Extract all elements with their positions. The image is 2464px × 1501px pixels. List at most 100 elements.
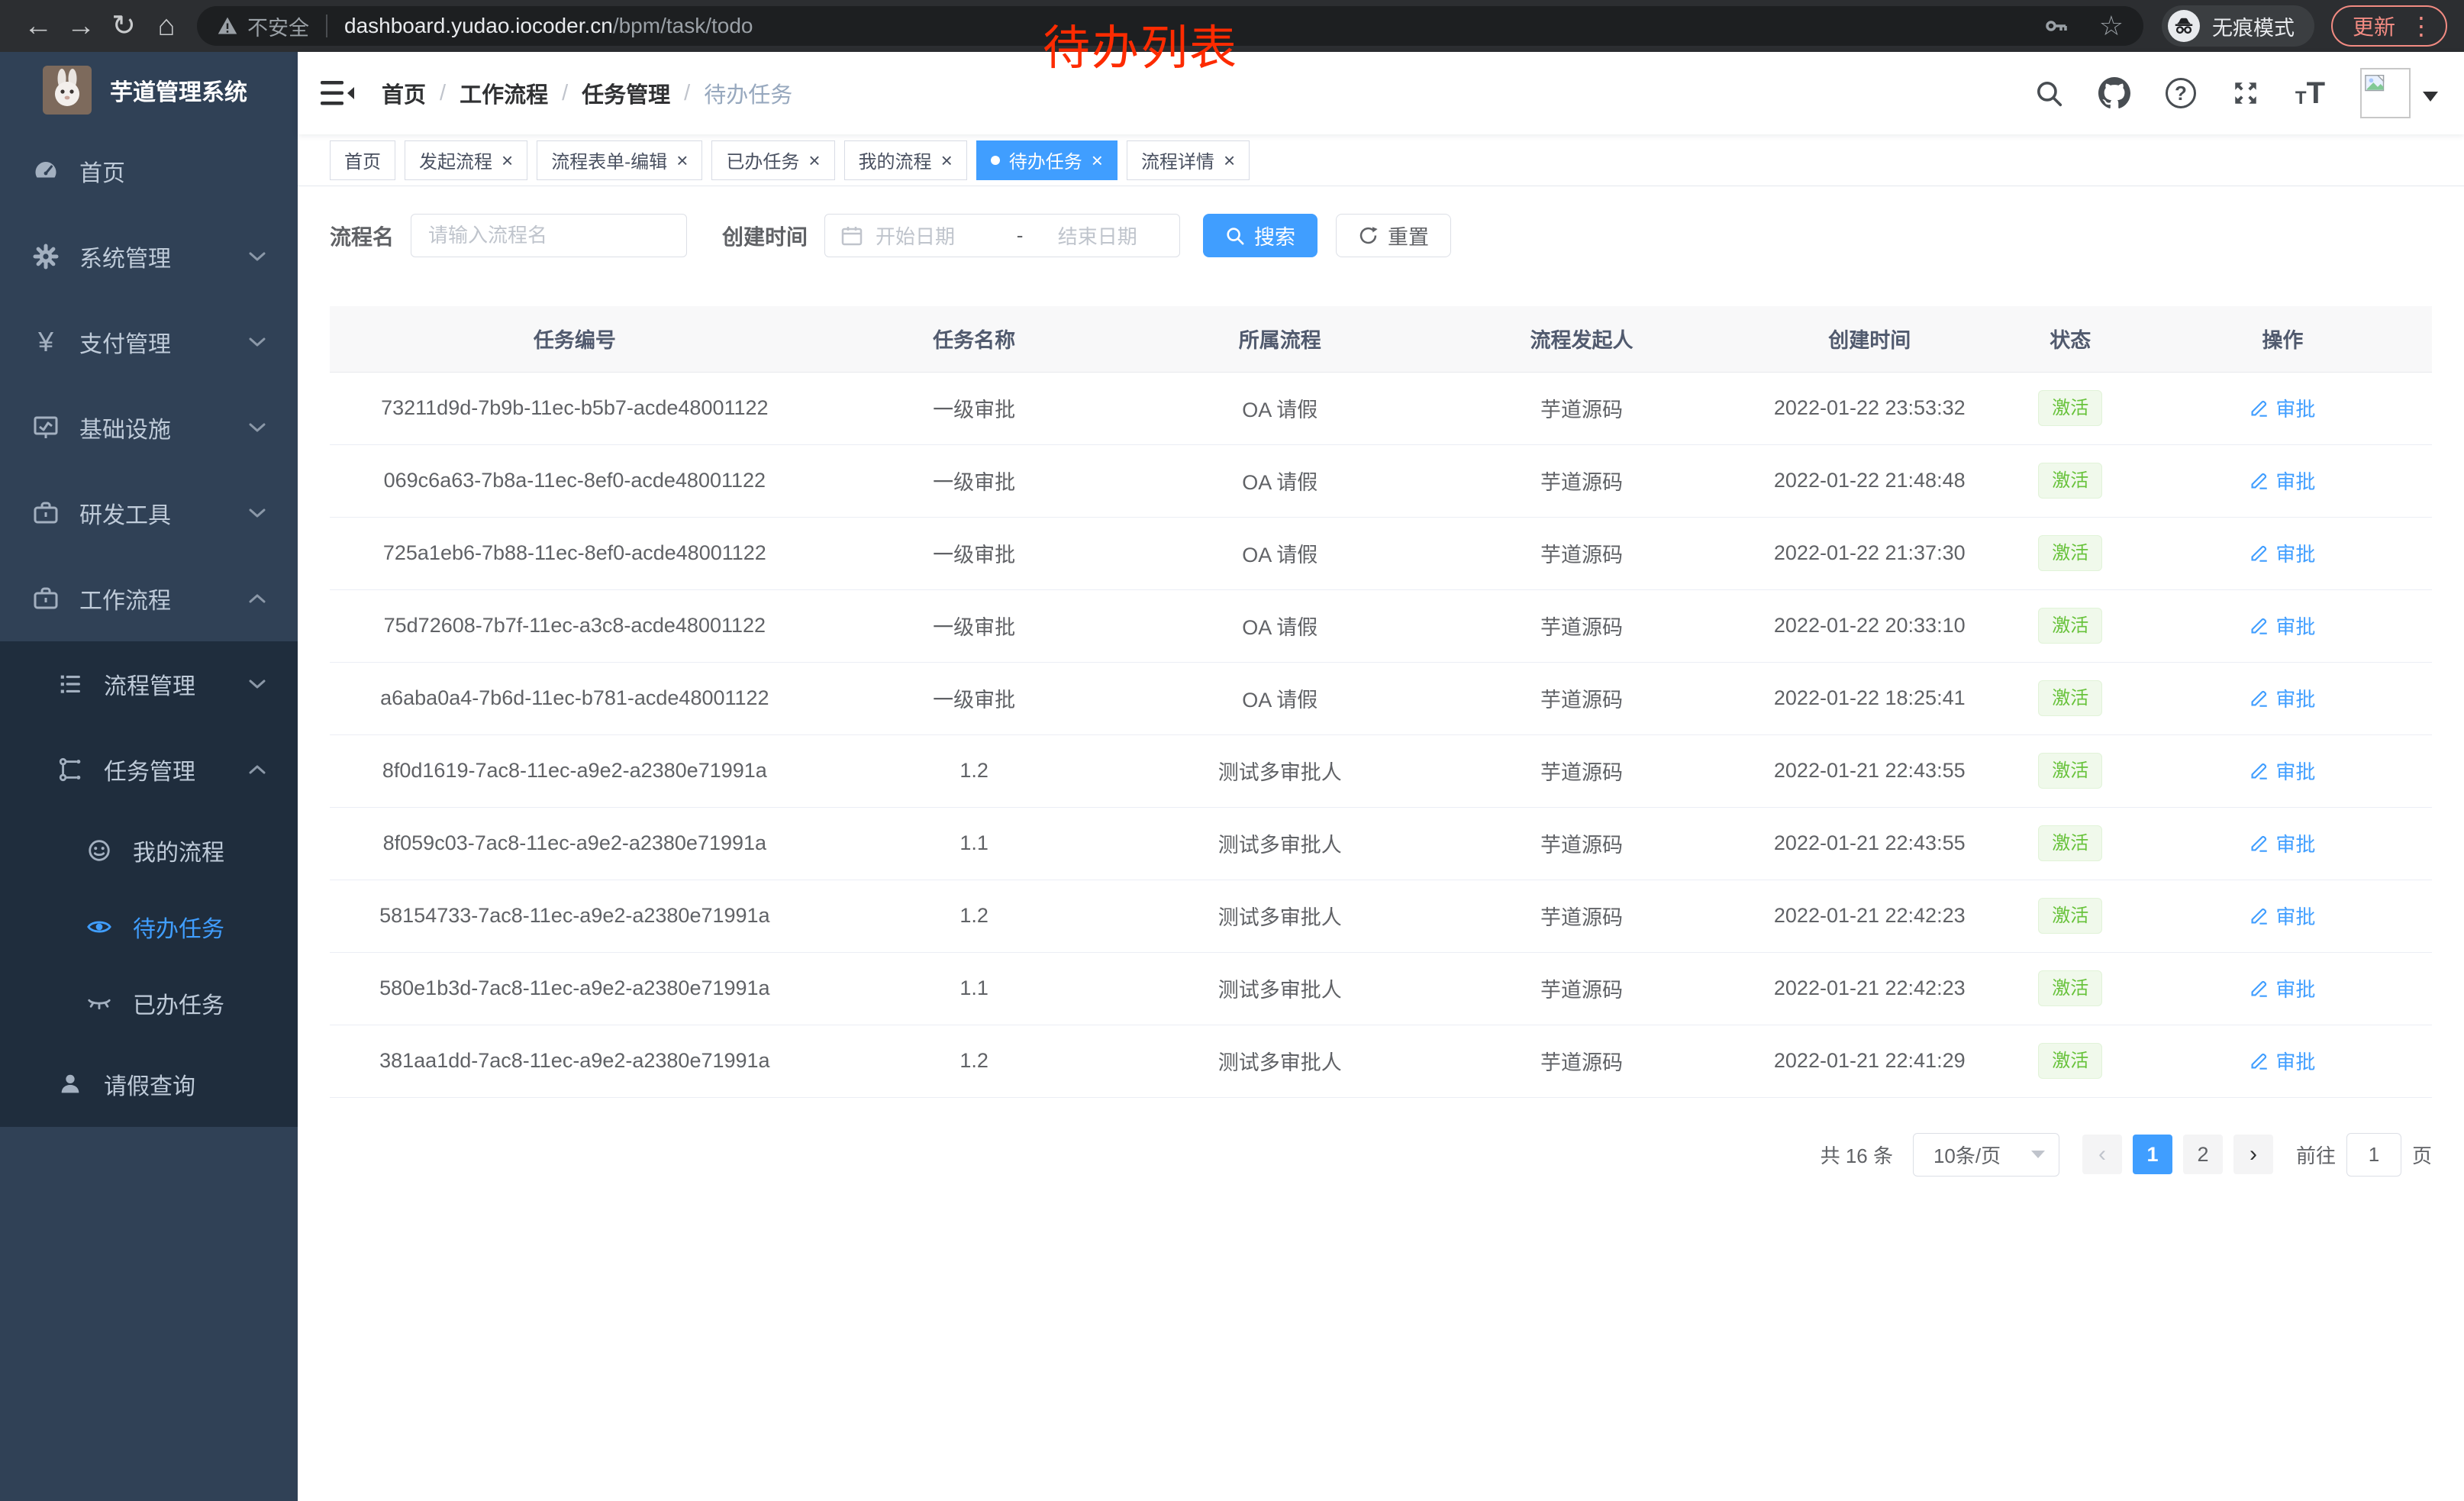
breadcrumb-task-management[interactable]: 任务管理	[582, 77, 670, 109]
active-dot	[991, 156, 1000, 165]
search-form: 流程名 创建时间 开始日期 - 结束日期 搜索 重置	[330, 214, 2432, 257]
sidebar-item-process-management[interactable]: 流程管理	[0, 641, 298, 727]
approve-link[interactable]: 审批	[2250, 539, 2315, 567]
reload-icon[interactable]: ↻	[102, 11, 145, 40]
cell-starter: 芋道源码	[1431, 734, 1732, 807]
next-page-button[interactable]: ›	[2233, 1135, 2273, 1174]
fullscreen-icon[interactable]	[2231, 79, 2260, 108]
pencil-icon	[2250, 1051, 2269, 1070]
browser-menu-icon[interactable]: ⋮	[2409, 14, 2433, 38]
page-size-select[interactable]: 10条/页	[1913, 1133, 2059, 1177]
total-count: 共 16 条	[1821, 1141, 1893, 1169]
sidebar-item-label: 研发工具	[79, 496, 171, 530]
tab-todo-tasks[interactable]: 待办任务×	[976, 140, 1118, 180]
sidebar-item-workflow[interactable]: 工作流程	[0, 556, 298, 641]
approve-link[interactable]: 审批	[2250, 612, 2315, 640]
approve-link[interactable]: 审批	[2250, 1047, 2315, 1075]
user-menu[interactable]	[2360, 68, 2438, 118]
end-date-placeholder[interactable]: 结束日期	[1030, 221, 1164, 250]
approve-link[interactable]: 审批	[2250, 684, 2315, 712]
eye-closed-icon	[84, 990, 114, 1016]
tab-home[interactable]: 首页	[330, 140, 395, 180]
sidebar-item-leave-query[interactable]: 请假查询	[0, 1041, 298, 1127]
close-icon[interactable]: ×	[941, 150, 953, 170]
cell-time: 2022-01-22 20:33:10	[1732, 589, 2008, 662]
back-icon[interactable]: ←	[17, 11, 60, 40]
col-task-id: 任务编号	[330, 306, 820, 372]
cell-task-id: 73211d9d-7b9b-11ec-b5b7-acde48001122	[330, 372, 820, 444]
cell-starter: 芋道源码	[1431, 807, 1732, 880]
page-button-2[interactable]: 2	[2183, 1135, 2223, 1174]
tab-done-tasks[interactable]: 已办任务×	[711, 140, 834, 180]
yen-icon: ¥	[31, 326, 61, 358]
close-icon[interactable]: ×	[1224, 150, 1235, 170]
prev-page-button[interactable]: ‹	[2082, 1135, 2122, 1174]
cell-task-id: 8f0d1619-7ac8-11ec-a9e2-a2380e71991a	[330, 734, 820, 807]
font-size-icon[interactable]: TT	[2295, 81, 2325, 105]
cell-task-id: 58154733-7ac8-11ec-a9e2-a2380e71991a	[330, 880, 820, 952]
sidebar-item-home[interactable]: 首页	[0, 128, 298, 214]
reset-button[interactable]: 重置	[1336, 214, 1451, 257]
sidebar-item-task-management[interactable]: 任务管理	[0, 727, 298, 812]
cell-process: 测试多审批人	[1129, 807, 1432, 880]
tab-form-edit[interactable]: 流程表单-编辑×	[537, 140, 702, 180]
approve-link[interactable]: 审批	[2250, 466, 2315, 495]
sidebar-item-label: 首页	[79, 154, 125, 188]
pencil-icon	[2250, 689, 2269, 708]
start-date-placeholder[interactable]: 开始日期	[876, 221, 1009, 250]
table-row: 75d72608-7b7f-11ec-a3c8-acde48001122 一级审…	[330, 589, 2432, 662]
home-icon[interactable]: ⌂	[145, 11, 188, 40]
table-row: 8f0d1619-7ac8-11ec-a9e2-a2380e71991a 1.2…	[330, 734, 2432, 807]
cell-starter: 芋道源码	[1431, 517, 1732, 589]
approve-link[interactable]: 审批	[2250, 829, 2315, 857]
bookmark-star-icon[interactable]: ☆	[2099, 12, 2124, 40]
browser-update-button[interactable]: 更新 ⋮	[2331, 5, 2447, 47]
breadcrumb-home[interactable]: 首页	[382, 77, 426, 109]
breadcrumb-workflow[interactable]: 工作流程	[460, 77, 548, 109]
security-label[interactable]: 不安全	[247, 11, 309, 41]
help-icon[interactable]: ?	[2166, 78, 2196, 108]
goto-page-input[interactable]	[2346, 1133, 2401, 1177]
pencil-icon	[2250, 544, 2269, 563]
sidebar-item-label: 待办任务	[133, 910, 224, 944]
page-button-1[interactable]: 1	[2133, 1135, 2172, 1174]
search-icon[interactable]	[2034, 79, 2063, 108]
forward-icon[interactable]: →	[60, 11, 102, 40]
sidebar-item-done-tasks[interactable]: 已办任务	[0, 965, 298, 1041]
avatar[interactable]	[2360, 68, 2411, 118]
sidebar-item-devtools[interactable]: 研发工具	[0, 470, 298, 556]
caret-down-icon[interactable]	[2423, 92, 2438, 102]
sidebar-item-my-process[interactable]: 我的流程	[0, 812, 298, 889]
user-icon	[55, 1071, 85, 1097]
password-key-icon[interactable]	[2044, 14, 2069, 38]
tab-my-process[interactable]: 我的流程×	[844, 140, 967, 180]
briefcase-icon	[31, 499, 61, 527]
cell-time: 2022-01-21 22:42:23	[1732, 952, 2008, 1025]
sidebar-item-infrastructure[interactable]: 基础设施	[0, 385, 298, 470]
close-icon[interactable]: ×	[808, 150, 820, 170]
sidebar-item-payment[interactable]: ¥ 支付管理	[0, 299, 298, 385]
approve-link[interactable]: 审批	[2250, 394, 2315, 422]
process-name-input[interactable]	[411, 214, 687, 257]
cell-time: 2022-01-21 22:43:55	[1732, 734, 2008, 807]
approve-link[interactable]: 审批	[2250, 902, 2315, 930]
date-range-picker[interactable]: 开始日期 - 结束日期	[824, 214, 1180, 257]
sidebar-collapse-icon[interactable]	[298, 79, 377, 107]
sidebar-item-todo-tasks[interactable]: 待办任务	[0, 889, 298, 965]
search-button[interactable]: 搜索	[1203, 214, 1317, 257]
approve-link[interactable]: 审批	[2250, 757, 2315, 785]
close-icon[interactable]: ×	[502, 150, 513, 170]
cell-task-name: 1.2	[820, 880, 1129, 952]
sidebar-item-system[interactable]: 系统管理	[0, 214, 298, 299]
pencil-icon	[2250, 616, 2269, 635]
sidebar-item-label: 已办任务	[133, 986, 224, 1020]
github-icon[interactable]	[2098, 77, 2130, 109]
sidebar-logo[interactable]: 芋道管理系统	[0, 52, 298, 128]
close-icon[interactable]: ×	[1092, 150, 1103, 170]
close-icon[interactable]: ×	[676, 150, 688, 170]
tab-start-process[interactable]: 发起流程×	[405, 140, 527, 180]
cell-starter: 芋道源码	[1431, 662, 1732, 734]
tab-process-detail[interactable]: 流程详情×	[1127, 140, 1250, 180]
page-url[interactable]: dashboard.yudao.iocoder.cn/bpm/task/todo	[344, 14, 753, 38]
approve-link[interactable]: 审批	[2250, 974, 2315, 1002]
